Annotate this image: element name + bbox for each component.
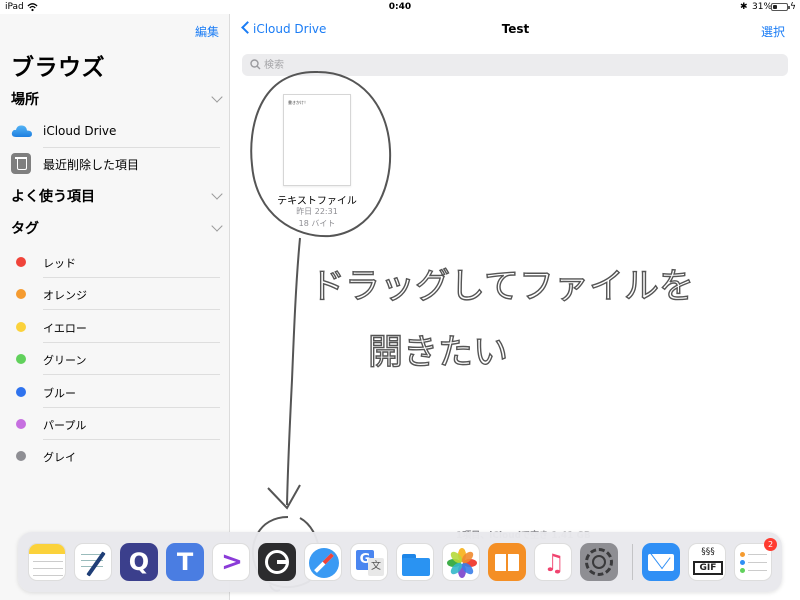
books-app-icon[interactable]: [488, 543, 526, 581]
search-bar[interactable]: [242, 54, 788, 76]
section-header-label: 場所: [11, 92, 39, 108]
icloud-icon: [11, 125, 32, 137]
search-input[interactable]: [264, 57, 764, 73]
tag-color-dot: [16, 354, 26, 364]
file-item[interactable]: 書きかけ！ テキストファイル 昨日 22:31 18 バイト: [267, 92, 367, 232]
tag-label: ブルー: [43, 387, 76, 400]
tag-label: パープル: [43, 419, 87, 432]
q-app-icon[interactable]: Q: [120, 543, 158, 581]
notification-badge: 2: [764, 538, 777, 551]
tag-color-dot: [16, 257, 26, 267]
notes-app-icon[interactable]: [28, 543, 66, 581]
section-header-locations[interactable]: 場所: [11, 90, 223, 110]
section-header-tags[interactable]: タグ: [11, 219, 223, 239]
sidebar-item-icloud-drive[interactable]: iCloud Drive: [0, 116, 230, 148]
file-thumbnail[interactable]: 書きかけ！: [283, 94, 351, 186]
tag-color-dot: [16, 451, 26, 461]
tag-label: レッド: [43, 257, 76, 270]
select-button[interactable]: 選択: [761, 23, 785, 40]
tag-color-dot: [16, 322, 26, 332]
t-app-icon[interactable]: T: [166, 543, 204, 581]
photos-app-icon[interactable]: [442, 543, 480, 581]
sidebar-item-tag-red[interactable]: レッド: [0, 246, 230, 278]
sidebar: 編集 ブラウズ 場所 iCloud Drive 最近削除した項目 よく使う項目 …: [0, 14, 230, 600]
translate-app-icon[interactable]: G 文: [350, 543, 388, 581]
section-header-favorites[interactable]: よく使う項目: [11, 187, 223, 207]
sidebar-item-label: 最近削除した項目: [43, 158, 140, 172]
chevron-down-icon[interactable]: [211, 91, 223, 103]
dock: Q T > G 文 ♫ §§§ GIF 2: [18, 532, 782, 592]
bluetooth-icon: ✱: [740, 2, 748, 12]
edit-button[interactable]: 編集: [195, 23, 219, 40]
battery-percent: 31%: [752, 2, 773, 12]
sidebar-item-tag-gray[interactable]: グレイ: [0, 440, 230, 472]
gif-app-icon[interactable]: §§§ GIF: [688, 543, 726, 581]
tag-color-dot: [16, 387, 26, 397]
charging-icon: ϟ: [790, 2, 796, 12]
tag-color-dot: [16, 419, 26, 429]
file-name: テキストファイル: [277, 196, 357, 207]
thumbnail-text: 書きかけ！: [288, 100, 308, 105]
chevron-down-icon[interactable]: [211, 188, 223, 200]
tag-color-dot: [16, 289, 26, 299]
chevron-down-icon[interactable]: [211, 220, 223, 232]
photos-flower-icon: [447, 548, 477, 578]
tag-label: イエロー: [43, 322, 87, 335]
tag-label: オレンジ: [43, 289, 87, 302]
sidebar-item-tag-yellow[interactable]: イエロー: [0, 311, 230, 343]
search-icon: [250, 59, 261, 70]
folder-title: Test: [501, 22, 530, 36]
sidebar-item-tag-orange[interactable]: オレンジ: [0, 278, 230, 310]
battery-icon: [771, 3, 790, 11]
section-header-label: タグ: [11, 221, 39, 237]
browser-app-icon[interactable]: [258, 543, 296, 581]
files-app-icon[interactable]: [396, 543, 434, 581]
divider: [43, 309, 220, 310]
mail-app-icon[interactable]: [642, 543, 680, 581]
tag-label: グレイ: [43, 451, 76, 464]
clock: 0:40: [388, 2, 412, 12]
sidebar-item-tag-blue[interactable]: ブルー: [0, 376, 230, 408]
dock-separator: [632, 544, 633, 580]
tag-label: グリーン: [43, 354, 87, 367]
status-bar: iPad 0:40 ✱ 31% ϟ: [0, 0, 800, 14]
file-size: 18 バイト: [298, 219, 336, 228]
sidebar-item-tag-purple[interactable]: パープル: [0, 408, 230, 440]
writing-app-icon[interactable]: [74, 543, 112, 581]
sidebar-item-label: iCloud Drive: [43, 124, 117, 138]
file-date: 昨日 22:31: [296, 207, 338, 216]
music-app-icon[interactable]: ♫: [534, 543, 572, 581]
sidebar-title: ブラウズ: [11, 55, 105, 81]
terminal-app-icon[interactable]: >: [212, 543, 250, 581]
divider: [43, 374, 220, 375]
settings-app-icon[interactable]: [580, 543, 618, 581]
main-content: iCloud Drive Test 選択 書きかけ！ テキストファイル 昨日 2…: [231, 14, 800, 600]
sidebar-item-tag-green[interactable]: グリーン: [0, 343, 230, 375]
sidebar-item-recently-deleted[interactable]: 最近削除した項目: [0, 148, 230, 180]
safari-app-icon[interactable]: [304, 543, 342, 581]
section-header-label: よく使う項目: [11, 189, 95, 205]
trash-icon: [11, 153, 31, 174]
